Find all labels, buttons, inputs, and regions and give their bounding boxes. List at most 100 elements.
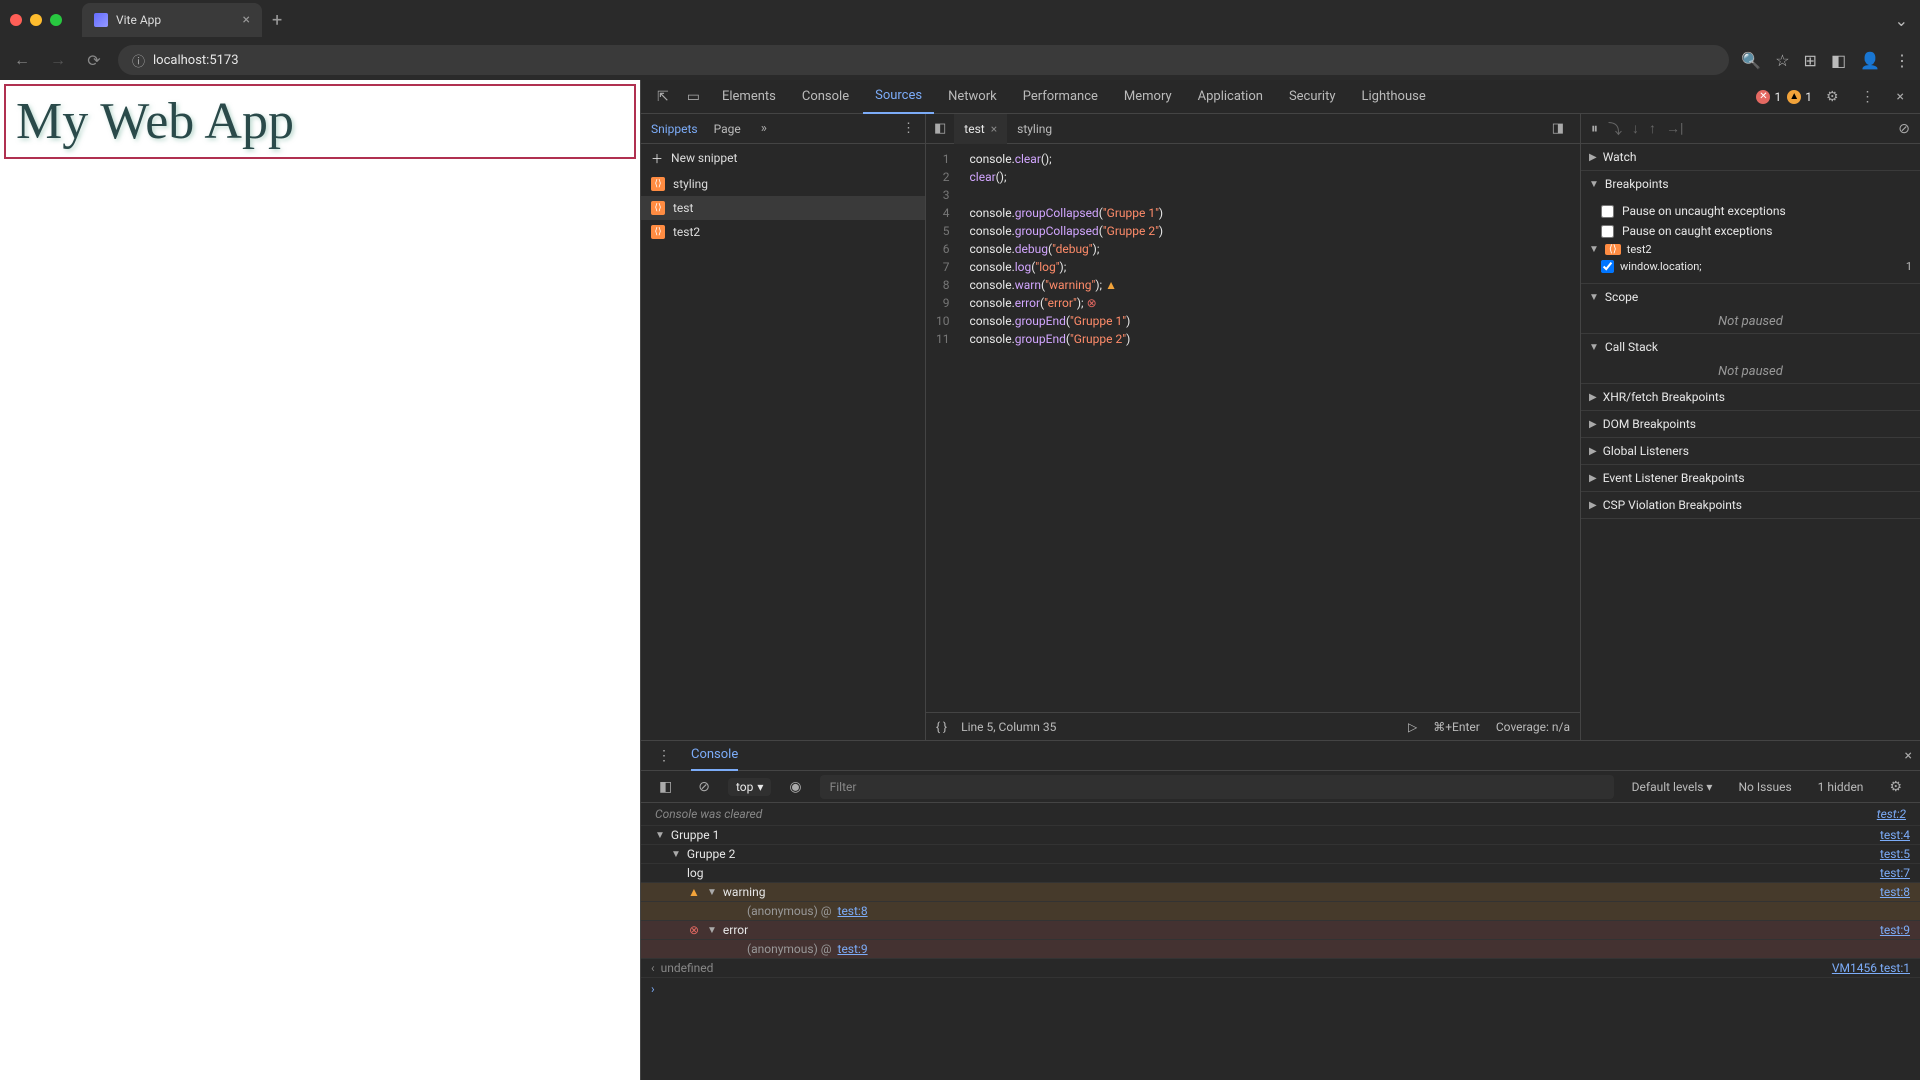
menu-icon[interactable]: ⋮ [1894,51,1910,70]
run-icon[interactable]: ▷ [1408,720,1417,734]
zoom-icon[interactable]: 🔍 [1741,51,1761,70]
site-info-icon[interactable]: ⓘ [132,51,145,70]
source-link[interactable]: test:8 [1880,885,1910,899]
source-link[interactable]: test:4 [1880,828,1910,842]
tab-memory[interactable]: Memory [1112,80,1184,114]
watch-section[interactable]: ▶Watch [1581,144,1920,170]
chevron-down-icon[interactable]: ⌄ [1895,11,1908,30]
profile-icon[interactable]: 👤 [1860,51,1880,70]
console-settings-icon[interactable]: ⚙ [1881,779,1910,795]
settings-icon[interactable]: ⚙ [1818,89,1847,105]
step-into-icon[interactable]: ↓ [1632,120,1639,137]
source-link[interactable]: test:9 [1880,923,1910,937]
editor-tab-test[interactable]: test × [954,114,1007,144]
csp-bp-section[interactable]: ▶CSP Violation Breakpoints [1581,492,1920,518]
console-filter-input[interactable] [820,775,1614,799]
nav-kebab-icon[interactable]: ⋮ [902,121,915,136]
browser-tab[interactable]: Vite App × [82,3,262,37]
breakpoint-item[interactable]: window.location;1 [1601,258,1912,275]
console-output[interactable]: Console was cleared test:2 ▼ Gruppe 1tes… [641,803,1920,1080]
close-editor-tab-icon[interactable]: × [991,122,997,136]
maximize-window[interactable] [50,14,62,26]
subtab-page[interactable]: Page [714,122,741,136]
step-out-icon[interactable]: ↑ [1649,120,1656,137]
breakpoints-section[interactable]: ▼Breakpoints [1581,171,1920,197]
global-listeners-section[interactable]: ▶Global Listeners [1581,438,1920,464]
toggle-nav-icon[interactable]: ◧ [926,121,954,136]
scope-section[interactable]: ▼Scope [1581,284,1920,310]
error-badge[interactable]: ✕ 1 [1756,90,1781,104]
warning-badge[interactable]: ▲ 1 [1787,90,1812,104]
context-selector[interactable]: top▾ [728,778,771,796]
format-icon[interactable]: { } [936,720,947,734]
live-expr-icon[interactable]: ◉ [781,779,809,795]
page-viewport: My Web App [0,80,640,1080]
drawer-tab-console[interactable]: Console [691,741,738,771]
url-input[interactable]: ⓘ localhost:5173 [118,45,1729,75]
tab-performance[interactable]: Performance [1011,80,1110,114]
tab-lighthouse[interactable]: Lighthouse [1350,80,1438,114]
pause-uncaught-checkbox[interactable]: Pause on uncaught exceptions [1601,201,1912,221]
source-link[interactable]: test:2 [1877,807,1906,821]
issues-button[interactable]: No Issues [1730,778,1799,796]
code-editor[interactable]: 1234567891011 console.clear();clear(); c… [926,144,1580,712]
tab-application[interactable]: Application [1186,80,1275,114]
drawer-kebab-icon[interactable]: ⋮ [649,748,679,764]
cursor-position: Line 5, Column 35 [961,720,1056,734]
debugger-pane: ⏸ ⤵ ↓ ↑ →| ⊘ ▶Watch ▼Breakpoints Pause o… [1580,114,1920,740]
kebab-icon[interactable]: ⋮ [1853,89,1883,105]
inspect-icon[interactable]: ⇱ [649,89,677,105]
subtab-snippets[interactable]: Snippets [651,122,698,136]
event-bp-section[interactable]: ▶Event Listener Breakpoints [1581,465,1920,491]
forward-button[interactable]: → [46,50,70,70]
source-link[interactable]: test:5 [1880,847,1910,861]
source-link[interactable]: test:7 [1880,866,1910,880]
tab-console[interactable]: Console [790,80,861,114]
clear-console-icon[interactable]: ⊘ [690,779,718,795]
scope-not-paused: Not paused [1581,310,1920,333]
dom-bp-section[interactable]: ▶DOM Breakpoints [1581,411,1920,437]
reload-button[interactable]: ⟳ [82,51,106,70]
pause-icon[interactable]: ⏸ [1591,121,1598,137]
tab-elements[interactable]: Elements [710,80,788,114]
tab-security[interactable]: Security [1277,80,1348,114]
snippet-item-styling[interactable]: ⟨⟩ styling [641,172,925,196]
back-button[interactable]: ← [10,50,34,70]
devtools-tabbar: ⇱ ▭ Elements Console Sources Network Per… [641,80,1920,114]
editor-statusbar: { } Line 5, Column 35 ▷ ⌘+Enter Coverage… [926,712,1580,740]
bookmark-icon[interactable]: ☆ [1775,51,1789,70]
step-icon[interactable]: →| [1666,120,1683,137]
new-tab-button[interactable]: + [272,10,282,31]
snippet-item-test[interactable]: ⟨⟩ test [641,196,925,220]
toggle-sidebar-icon[interactable]: ◧ [651,779,680,795]
deactivate-bp-icon[interactable]: ⊘ [1898,121,1910,137]
editor-tab-styling[interactable]: styling [1007,114,1062,144]
hidden-count[interactable]: 1 hidden [1810,778,1872,796]
snippet-item-test2[interactable]: ⟨⟩ test2 [641,220,925,244]
pause-caught-checkbox[interactable]: Pause on caught exceptions [1601,221,1912,241]
close-devtools-icon[interactable]: × [1889,89,1912,105]
close-drawer-icon[interactable]: × [1905,748,1912,764]
more-tabs-icon[interactable]: » [761,121,767,136]
sidepanel-icon[interactable]: ◧ [1831,51,1846,70]
vite-favicon [94,13,108,27]
warning-icon: ▲ [1787,90,1801,104]
source-link[interactable]: VM1456 test:1 [1832,961,1910,975]
tab-sources[interactable]: Sources [863,80,934,114]
console-prompt[interactable]: › [641,978,1920,1000]
tab-title: Vite App [116,13,235,27]
new-snippet-button[interactable]: ＋ New snippet [641,144,925,172]
bp-file-badge: ⟨⟩ [1605,244,1621,255]
log-levels-dropdown[interactable]: Default levels ▾ [1624,778,1721,796]
close-window[interactable] [10,14,22,26]
close-tab-icon[interactable]: × [243,12,250,28]
minimize-window[interactable] [30,14,42,26]
xhr-bp-section[interactable]: ▶XHR/fetch Breakpoints [1581,384,1920,410]
tab-network[interactable]: Network [936,80,1009,114]
plus-icon: ＋ [651,150,663,167]
device-toggle-icon[interactable]: ▭ [679,89,708,105]
step-over-icon[interactable]: ⤵ [1608,119,1622,139]
snippet-file-icon: ⟨⟩ [651,177,665,191]
callstack-section[interactable]: ▼Call Stack [1581,334,1920,360]
extensions-icon[interactable]: ⊞ [1804,51,1817,70]
